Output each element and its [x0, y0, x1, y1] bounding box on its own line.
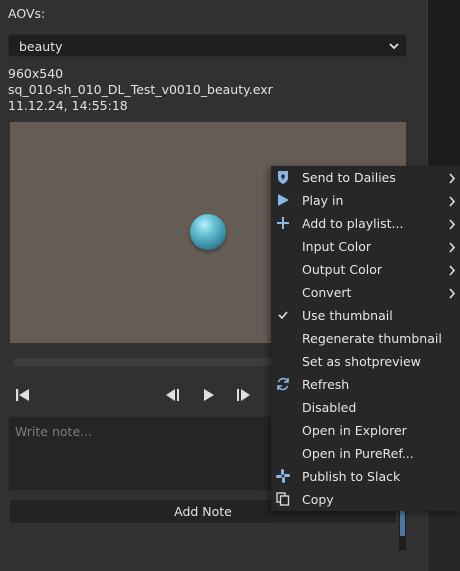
- menu-label: Add to playlist...: [302, 216, 404, 231]
- menu-label: Set as shotpreview: [302, 354, 421, 369]
- menu-item-publish-to-slack[interactable]: Publish to Slack: [271, 465, 460, 488]
- timeline-scrubber[interactable]: [14, 358, 272, 366]
- aov-selected-value: beauty: [19, 39, 63, 54]
- refresh-icon: [275, 376, 291, 392]
- dailies-shield-icon: [275, 169, 291, 185]
- context-menu: Send to Dailies Play in Add to playlist.…: [271, 166, 460, 511]
- submenu-arrow-icon: [448, 287, 456, 299]
- menu-item-add-to-playlist[interactable]: Add to playlist...: [271, 212, 460, 235]
- menu-item-open-in-pureref[interactable]: Open in PureRef...: [271, 442, 460, 465]
- dock-dark-area: [427, 0, 460, 165]
- checkmark-icon: [275, 307, 291, 323]
- copy-icon: [275, 491, 291, 507]
- play-icon[interactable]: [200, 386, 220, 404]
- menu-label: Regenerate thumbnail: [302, 331, 442, 346]
- menu-item-copy[interactable]: Copy: [271, 488, 460, 511]
- play-triangle-icon: [275, 192, 291, 208]
- submenu-arrow-icon: [448, 264, 456, 276]
- menu-item-open-in-explorer[interactable]: Open in Explorer: [271, 419, 460, 442]
- menu-label: Input Color: [302, 239, 371, 254]
- submenu-arrow-icon: [448, 195, 456, 207]
- submenu-arrow-icon: [448, 241, 456, 253]
- aov-select[interactable]: beauty: [8, 34, 407, 57]
- menu-item-regenerate-thumbnail[interactable]: Regenerate thumbnail: [271, 327, 460, 350]
- menu-label: Output Color: [302, 262, 383, 277]
- submenu-arrow-icon: [448, 218, 456, 230]
- chevron-down-icon: [388, 40, 400, 52]
- submenu-arrow-icon: [448, 172, 456, 184]
- datetime-text: 11.12.24, 14:55:18: [8, 98, 128, 113]
- step-forward-icon[interactable]: [234, 386, 254, 404]
- plus-icon: [275, 215, 291, 231]
- menu-item-output-color[interactable]: Output Color: [271, 258, 460, 281]
- menu-label: Use thumbnail: [302, 308, 393, 323]
- menu-label: Send to Dailies: [302, 170, 396, 185]
- menu-item-input-color[interactable]: Input Color: [271, 235, 460, 258]
- menu-label: Open in PureRef...: [302, 446, 414, 461]
- skip-to-start-icon[interactable]: [14, 386, 34, 404]
- slack-icon: [275, 468, 291, 484]
- resolution-text: 960x540: [8, 66, 64, 81]
- menu-label: Play in: [302, 193, 344, 208]
- menu-label: Open in Explorer: [302, 423, 407, 438]
- menu-label: Copy: [302, 492, 334, 507]
- menu-item-send-to-dailies[interactable]: Send to Dailies: [271, 166, 460, 189]
- menu-item-play-in[interactable]: Play in: [271, 189, 460, 212]
- menu-label: Refresh: [302, 377, 350, 392]
- note-placeholder: Write note...: [15, 424, 93, 439]
- filename-text: sq_010-sh_010_DL_Test_v0010_beauty.exr: [8, 82, 273, 97]
- menu-item-convert[interactable]: Convert: [271, 281, 460, 304]
- menu-item-disabled[interactable]: Disabled: [271, 396, 460, 419]
- menu-label: Publish to Slack: [302, 469, 401, 484]
- menu-label: Convert: [302, 285, 352, 300]
- aovs-label: AOVs:: [8, 6, 46, 21]
- menu-item-use-thumbnail[interactable]: Use thumbnail: [271, 304, 460, 327]
- menu-item-refresh[interactable]: Refresh: [271, 373, 460, 396]
- step-back-icon[interactable]: [164, 386, 184, 404]
- preview-sphere-image: [190, 214, 226, 250]
- menu-item-set-as-shotpreview[interactable]: Set as shotpreview: [271, 350, 460, 373]
- menu-label: Disabled: [302, 400, 357, 415]
